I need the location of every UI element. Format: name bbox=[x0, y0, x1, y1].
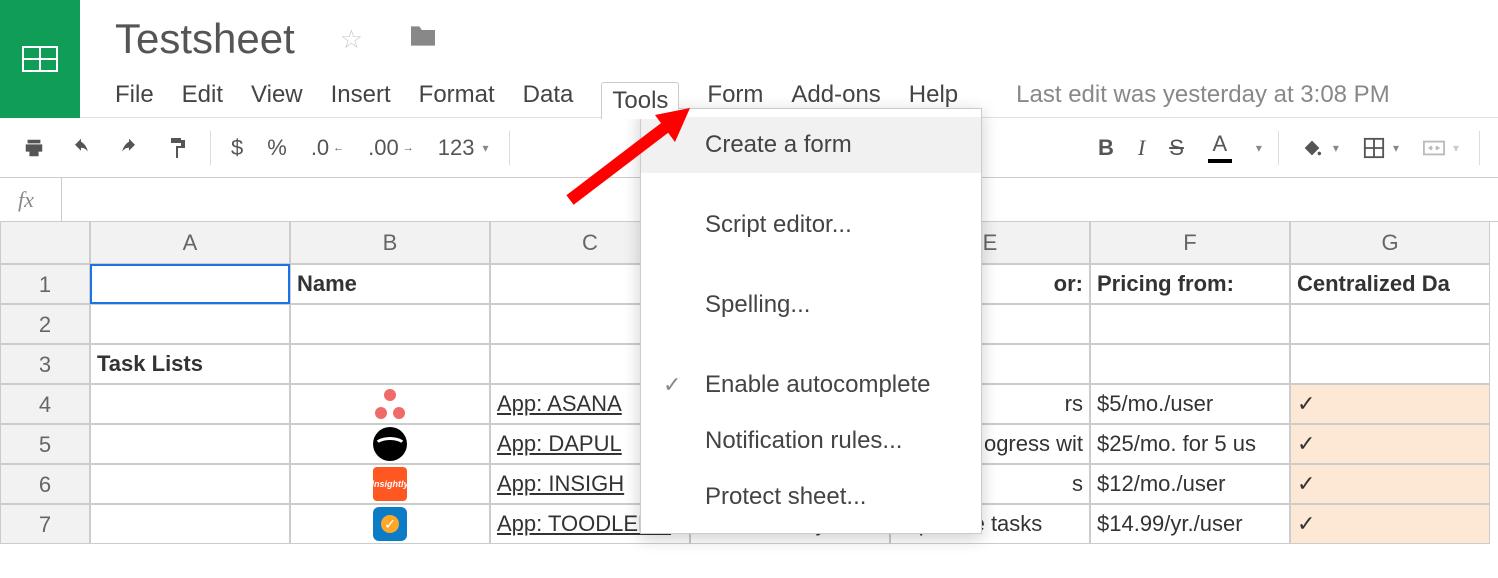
borders-button[interactable]: ▾ bbox=[1359, 135, 1403, 161]
row-header-2[interactable]: 2 bbox=[0, 304, 90, 344]
menu-edit[interactable]: Edit bbox=[182, 81, 223, 109]
cell-f4[interactable]: $5/mo./user bbox=[1090, 384, 1290, 424]
star-icon[interactable]: ☆ bbox=[340, 24, 363, 55]
menu-form[interactable]: Form bbox=[707, 81, 763, 109]
menu-addons[interactable]: Add-ons bbox=[791, 81, 880, 109]
last-edit-text[interactable]: Last edit was yesterday at 3:08 PM bbox=[1016, 81, 1390, 109]
menu-view[interactable]: View bbox=[251, 81, 303, 109]
percent-button[interactable]: % bbox=[263, 133, 291, 163]
decrease-decimal-button[interactable]: .0← bbox=[307, 133, 348, 163]
cell-a6[interactable] bbox=[90, 464, 290, 504]
cell-a4[interactable] bbox=[90, 384, 290, 424]
currency-button[interactable]: $ bbox=[227, 133, 247, 163]
menu-item-spelling[interactable]: Spelling... bbox=[641, 277, 981, 333]
insightly-icon: Insightly bbox=[373, 467, 407, 501]
cell-b3[interactable] bbox=[290, 344, 490, 384]
strikethrough-button[interactable]: S bbox=[1165, 133, 1188, 163]
undo-button[interactable] bbox=[66, 136, 98, 160]
asana-icon bbox=[373, 387, 407, 421]
cell-f6[interactable]: $12/mo./user bbox=[1090, 464, 1290, 504]
cell-a1[interactable] bbox=[90, 264, 290, 304]
sheets-icon bbox=[22, 46, 58, 72]
paint-format-button[interactable] bbox=[162, 134, 194, 162]
cell-g6[interactable]: ✓ bbox=[1290, 464, 1490, 504]
toodledo-icon: ✓ bbox=[373, 507, 407, 541]
folder-icon[interactable] bbox=[408, 24, 438, 55]
increase-decimal-button[interactable]: .00→ bbox=[364, 133, 418, 163]
cell-g1[interactable]: Centralized Da bbox=[1290, 264, 1490, 304]
doc-title[interactable]: Testsheet bbox=[115, 15, 295, 63]
menu-item-protect-sheet[interactable]: Protect sheet... bbox=[641, 469, 981, 525]
menu-data[interactable]: Data bbox=[523, 81, 574, 109]
cell-b7[interactable]: ✓ bbox=[290, 504, 490, 544]
app-logo[interactable] bbox=[0, 0, 80, 118]
row-header-3[interactable]: 3 bbox=[0, 344, 90, 384]
menu-item-script-editor[interactable]: Script editor... bbox=[641, 197, 981, 253]
text-color-button[interactable]: A bbox=[1204, 131, 1236, 165]
cell-a5[interactable] bbox=[90, 424, 290, 464]
menu-item-notification-rules[interactable]: Notification rules... bbox=[641, 413, 981, 469]
tools-dropdown: Create a form Script editor... Spelling.… bbox=[640, 108, 982, 534]
menu-item-autocomplete[interactable]: ✓Enable autocomplete bbox=[641, 357, 981, 413]
row-header-5[interactable]: 5 bbox=[0, 424, 90, 464]
redo-button[interactable] bbox=[114, 136, 146, 160]
row-header-6[interactable]: 6 bbox=[0, 464, 90, 504]
cell-f7[interactable]: $14.99/yr./user bbox=[1090, 504, 1290, 544]
menu-format[interactable]: Format bbox=[419, 81, 495, 109]
fx-label: fx bbox=[0, 178, 62, 221]
menu-help[interactable]: Help bbox=[909, 81, 958, 109]
check-icon: ✓ bbox=[663, 372, 681, 398]
col-header-a[interactable]: A bbox=[90, 222, 290, 264]
menu-insert[interactable]: Insert bbox=[331, 81, 391, 109]
cell-b6[interactable]: Insightly bbox=[290, 464, 490, 504]
dapulse-icon bbox=[373, 427, 407, 461]
bold-button[interactable]: B bbox=[1094, 133, 1118, 163]
cell-f2[interactable] bbox=[1090, 304, 1290, 344]
row-header-4[interactable]: 4 bbox=[0, 384, 90, 424]
cell-b1[interactable]: Name bbox=[290, 264, 490, 304]
menu-file[interactable]: File bbox=[115, 81, 154, 109]
col-header-b[interactable]: B bbox=[290, 222, 490, 264]
select-all-corner[interactable] bbox=[0, 222, 90, 264]
menu-tools[interactable]: Tools bbox=[601, 82, 679, 119]
cell-g4[interactable]: ✓ bbox=[1290, 384, 1490, 424]
number-format-button[interactable]: 123▾ bbox=[434, 133, 493, 163]
cell-f5[interactable]: $25/mo. for 5 us bbox=[1090, 424, 1290, 464]
print-button[interactable] bbox=[18, 135, 50, 161]
row-header-7[interactable]: 7 bbox=[0, 504, 90, 544]
cell-b5[interactable] bbox=[290, 424, 490, 464]
cell-a2[interactable] bbox=[90, 304, 290, 344]
cell-b2[interactable] bbox=[290, 304, 490, 344]
row-header-1[interactable]: 1 bbox=[0, 264, 90, 304]
cell-f1[interactable]: Pricing from: bbox=[1090, 264, 1290, 304]
menu-item-create-form[interactable]: Create a form bbox=[641, 117, 981, 173]
cell-g3[interactable] bbox=[1290, 344, 1490, 384]
col-header-g[interactable]: G bbox=[1290, 222, 1490, 264]
cell-g5[interactable]: ✓ bbox=[1290, 424, 1490, 464]
italic-button[interactable]: I bbox=[1134, 133, 1149, 163]
fill-color-button[interactable]: ▾ bbox=[1295, 135, 1343, 161]
cell-g7[interactable]: ✓ bbox=[1290, 504, 1490, 544]
cell-f3[interactable] bbox=[1090, 344, 1290, 384]
cell-g2[interactable] bbox=[1290, 304, 1490, 344]
cell-a3[interactable]: Task Lists bbox=[90, 344, 290, 384]
merge-cells-button[interactable]: ▾ bbox=[1419, 137, 1463, 159]
col-header-f[interactable]: F bbox=[1090, 222, 1290, 264]
cell-b4[interactable] bbox=[290, 384, 490, 424]
cell-a7[interactable] bbox=[90, 504, 290, 544]
